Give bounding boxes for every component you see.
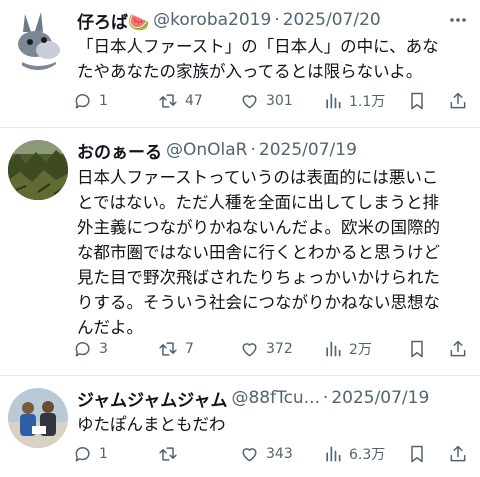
retweet-count: 7 <box>185 341 194 357</box>
view-count: 6.3万 <box>349 447 386 463</box>
retweet-button[interactable]: 47 <box>157 88 203 114</box>
tweet-post[interactable]: おのぁーる @OnOlaR · 2025/07/19 日本人ファーストっていうの… <box>0 128 480 375</box>
post-text-line: 「日本人ファースト」の「日本人」の中に、あな <box>77 37 439 56</box>
views-icon <box>326 93 341 109</box>
like-count: 372 <box>266 341 293 357</box>
display-name[interactable]: 仔ろば🍉 <box>77 8 149 33</box>
post-text: 日本人ファーストっていうのは表面的には悪いこ とではない。ただ人種を全面に出して… <box>77 165 468 340</box>
post-header: おのぁーる @OnOlaR · 2025/07/19 <box>77 137 440 163</box>
separator-dot: · <box>250 140 256 160</box>
post-text-line: 日本人ファーストっていうのは表面的には悪いこ <box>77 168 439 187</box>
post-text-line: りする。そういう社会につながりかねない思想な <box>77 293 440 312</box>
field-avatar-image <box>8 140 68 200</box>
post-header: ジャムジャムジャム @88fTcu... · 2025/07/19 <box>77 385 440 411</box>
bookmark-icon <box>411 92 423 110</box>
heart-icon <box>242 343 257 357</box>
retweet-button[interactable]: 7 <box>157 336 194 362</box>
user-handle[interactable]: @koroba2019 <box>153 10 271 30</box>
people-avatar-image <box>8 388 68 448</box>
like-count: 343 <box>266 446 293 462</box>
reply-count: 1 <box>99 93 108 109</box>
more-options-button[interactable] <box>444 7 472 33</box>
post-text-line: 外主義につながりかねないんだよ。欧米の国際的 <box>77 218 440 237</box>
post-date[interactable]: 2025/07/20 <box>283 10 381 30</box>
post-text-line: ゆたぽんまともだわ <box>77 415 226 434</box>
post-text: ゆたぽんまともだわ <box>77 412 468 437</box>
reply-count: 3 <box>99 341 108 357</box>
bookmark-button[interactable] <box>407 441 427 467</box>
like-button[interactable]: 372 <box>239 336 293 362</box>
post-header: 仔ろば🍉 @koroba2019 · 2025/07/20 <box>77 7 440 33</box>
bookmark-icon <box>411 340 423 358</box>
display-name[interactable]: ジャムジャムジャム <box>77 386 227 411</box>
share-icon <box>450 340 466 357</box>
action-bar: 3 7 372 2万 <box>73 336 468 362</box>
share-icon <box>450 92 466 109</box>
view-count: 1.1万 <box>349 94 386 110</box>
heart-icon <box>242 448 257 462</box>
reply-button[interactable]: 3 <box>73 336 108 362</box>
views-button[interactable]: 2万 <box>323 336 372 362</box>
reply-icon <box>75 447 90 462</box>
avatar[interactable] <box>8 140 68 200</box>
post-text-line: たやあなたの家族が入ってるとは限らないよ。 <box>77 62 423 81</box>
display-name[interactable]: おのぁーる <box>77 138 162 163</box>
user-handle[interactable]: @OnOlaR <box>166 140 248 160</box>
like-count: 301 <box>266 93 293 109</box>
reply-icon <box>75 94 90 109</box>
reply-icon <box>75 342 90 357</box>
action-bar: 1 47 301 1.1万 <box>73 88 468 114</box>
post-text-line: 見た目で野次飛ばされたりちょっかいかけられた <box>77 268 440 287</box>
heart-icon <box>242 95 257 109</box>
views-icon <box>326 446 341 462</box>
reply-button[interactable]: 1 <box>73 441 108 467</box>
avatar[interactable] <box>8 10 68 70</box>
reply-button[interactable]: 1 <box>73 88 108 114</box>
post-date[interactable]: 2025/07/19 <box>331 388 429 408</box>
share-button[interactable] <box>448 88 468 114</box>
tweet-post[interactable]: 仔ろば🍉 @koroba2019 · 2025/07/20 「日本人ファースト」… <box>0 0 480 127</box>
share-button[interactable] <box>448 441 468 467</box>
avatar[interactable] <box>8 388 68 448</box>
views-button[interactable]: 6.3万 <box>323 441 385 467</box>
like-button[interactable]: 343 <box>239 441 293 467</box>
share-icon <box>450 445 466 462</box>
retweet-icon <box>159 94 177 108</box>
bookmark-icon <box>411 445 423 463</box>
retweet-icon <box>159 342 177 356</box>
action-bar: 1 343 6.3万 <box>73 441 468 467</box>
reply-count: 1 <box>99 446 108 462</box>
separator-dot: · <box>322 388 329 408</box>
view-count: 2万 <box>349 342 372 358</box>
donkey-avatar-image <box>8 10 68 70</box>
user-handle[interactable]: @88fTcu... <box>231 388 319 408</box>
tweet-post[interactable]: ジャムジャムジャム @88fTcu... · 2025/07/19 ゆたぽんまと… <box>0 376 480 477</box>
post-text-line: とではない。ただ人種を全面に出してしまうと排 <box>77 193 440 212</box>
like-button[interactable]: 301 <box>239 88 293 114</box>
retweet-button[interactable] <box>157 441 185 467</box>
retweet-count: 47 <box>185 93 203 109</box>
separator-dot: · <box>274 10 280 30</box>
bookmark-button[interactable] <box>407 336 427 362</box>
post-text: 「日本人ファースト」の「日本人」の中に、あな たやあなたの家族が入ってるとは限ら… <box>77 34 468 84</box>
views-button[interactable]: 1.1万 <box>323 88 385 114</box>
views-icon <box>326 341 341 357</box>
share-button[interactable] <box>448 336 468 362</box>
post-date[interactable]: 2025/07/19 <box>259 140 357 160</box>
retweet-icon <box>159 447 177 461</box>
post-text-line: な都市圏ではない田舎に行くとわかると思うけど <box>77 243 440 262</box>
more-icon <box>450 18 466 22</box>
bookmark-button[interactable] <box>407 88 427 114</box>
